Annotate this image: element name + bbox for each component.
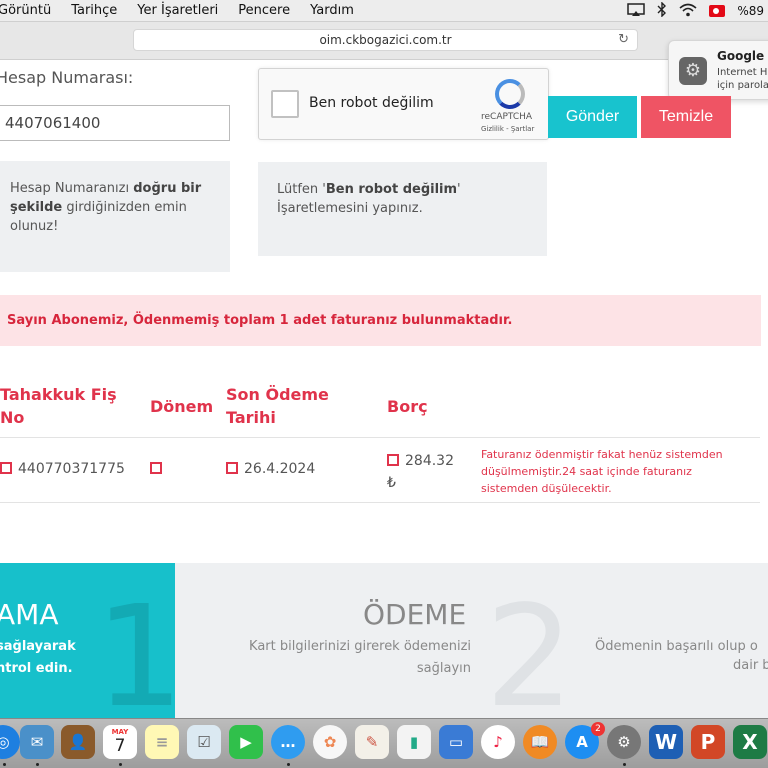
app-store-badge: 2	[591, 722, 605, 736]
step-title: AMA	[0, 598, 59, 631]
cell-fis-no: 440770371775	[0, 461, 125, 477]
account-hint-box: Hesap Numaranızı doğru bir şekilde girdi…	[0, 161, 230, 272]
account-label: Hesap Numarası:	[0, 68, 134, 87]
col-header-borc: Borç	[387, 397, 428, 416]
captcha-hint-box: Lütfen 'Ben robot değilim' İşaretlemesin…	[258, 162, 547, 256]
pages-icon[interactable]: ✎	[355, 725, 389, 759]
step-1-panel: 1 AMA sağlayarak ntrol edin.	[0, 563, 175, 718]
menu-history[interactable]: Tarihçe	[71, 3, 117, 18]
calendar-icon[interactable]: MAY 7	[103, 725, 137, 759]
numbers-icon[interactable]: ▮	[397, 725, 431, 759]
itunes-icon[interactable]: ♪	[481, 725, 515, 759]
battery-percent[interactable]: %89	[737, 4, 764, 18]
reminders-icon[interactable]: ☑	[187, 725, 221, 759]
captcha-label: Ben robot değilim	[309, 95, 434, 111]
contacts-icon[interactable]: 👤	[61, 725, 95, 759]
powerpoint-icon[interactable]: P	[691, 725, 725, 759]
excel-icon[interactable]: X	[733, 725, 767, 759]
recaptcha-links[interactable]: Gizlilik - Şartlar	[481, 125, 534, 133]
clear-button[interactable]: Temizle	[641, 96, 731, 138]
col-header-fis-no: Tahakkuk Fiş No	[0, 385, 117, 427]
step-2-panel: 2 ÖDEME Kart bilgilerinizi girerek ödeme…	[175, 563, 768, 718]
amount-checkbox[interactable]	[387, 454, 399, 466]
keynote-icon[interactable]: ▭	[439, 725, 473, 759]
address-bar[interactable]: oim.ckbogazici.com.tr ↻	[133, 29, 638, 51]
notification-banner[interactable]: ⚙ Google P Internet Hiçin parola	[668, 40, 768, 100]
table-divider	[0, 437, 760, 438]
row-checkbox[interactable]	[0, 462, 12, 474]
notification-body: Internet Hiçin parola	[717, 67, 768, 91]
step-number: 1	[95, 576, 175, 719]
menu-window[interactable]: Pencere	[238, 3, 290, 18]
url-text: oim.ckbogazici.com.tr	[319, 33, 452, 47]
turkish-flag-icon[interactable]	[709, 5, 726, 17]
step-3-description: Ödemenin başarılı olup o	[595, 639, 758, 654]
menu-bookmarks[interactable]: Yer İşaretleri	[137, 3, 218, 18]
facetime-icon[interactable]: ▶	[229, 725, 263, 759]
messages-icon[interactable]: …	[271, 725, 305, 759]
recaptcha-logo-icon	[495, 79, 525, 109]
send-button[interactable]: Gönder	[548, 96, 637, 138]
system-preferences-dock-icon[interactable]: ⚙	[607, 725, 641, 759]
col-header-son-odeme: Son Ödeme Tarihi	[226, 385, 329, 427]
period-checkbox[interactable]	[150, 462, 162, 474]
step-title: ÖDEME	[363, 598, 467, 631]
notification-title: Google P	[717, 49, 768, 63]
col-header-donem: Dönem	[150, 397, 214, 416]
ibooks-icon[interactable]: 📖	[523, 725, 557, 759]
notes-icon[interactable]: ≡	[145, 725, 179, 759]
step-description: Kart bilgilerinizi girerek ödemenizi sağl…	[249, 639, 471, 676]
unpaid-invoice-alert: Sayın Abonemiz, Ödenmemiş toplam 1 adet …	[0, 295, 761, 346]
wifi-icon[interactable]	[679, 3, 697, 20]
word-icon[interactable]: W	[649, 725, 683, 759]
menu-view[interactable]: Görüntü	[0, 3, 51, 18]
status-area: %89	[627, 0, 768, 22]
browser-toolbar: oim.ckbogazici.com.tr ↻	[0, 22, 768, 60]
recaptcha-widget: Ben robot değilim reCAPTCHA Gizlilik - Ş…	[258, 68, 549, 140]
menu-bar: Görüntü Tarihçe Yer İşaretleri Pencere Y…	[0, 0, 768, 22]
recaptcha-brand: reCAPTCHA	[481, 112, 533, 122]
reload-icon[interactable]: ↻	[618, 32, 629, 47]
system-preferences-icon: ⚙	[679, 57, 707, 85]
safari-icon[interactable]: ◎	[0, 725, 20, 759]
step-number: 2	[485, 576, 575, 719]
account-number-input[interactable]: 4407061400	[0, 105, 230, 141]
payment-status-note: Faturanız ödenmiştir fakat henüz sistemd…	[481, 448, 723, 495]
date-checkbox[interactable]	[226, 462, 238, 474]
dock: ◎ ✉ 👤 MAY 7 ≡ ☑ ▶ … ✿ ✎ ▮ ▭ ♪ 📖 A 2 ⚙ W P…	[0, 718, 768, 768]
bluetooth-icon[interactable]	[657, 1, 667, 20]
photos-icon[interactable]: ✿	[313, 725, 347, 759]
cell-borc: 284.32 ₺	[387, 453, 454, 491]
menu-help[interactable]: Yardım	[310, 3, 354, 18]
step-description: sağlayarak ntrol edin.	[0, 639, 76, 676]
step-3-description-cont: dair b	[733, 658, 768, 673]
mail-icon[interactable]: ✉	[20, 725, 54, 759]
cell-donem	[150, 461, 168, 477]
captcha-checkbox[interactable]	[271, 90, 299, 118]
airplay-icon[interactable]	[627, 2, 646, 20]
table-bottom-divider	[0, 502, 760, 503]
cell-son-odeme: 26.4.2024	[226, 461, 315, 477]
